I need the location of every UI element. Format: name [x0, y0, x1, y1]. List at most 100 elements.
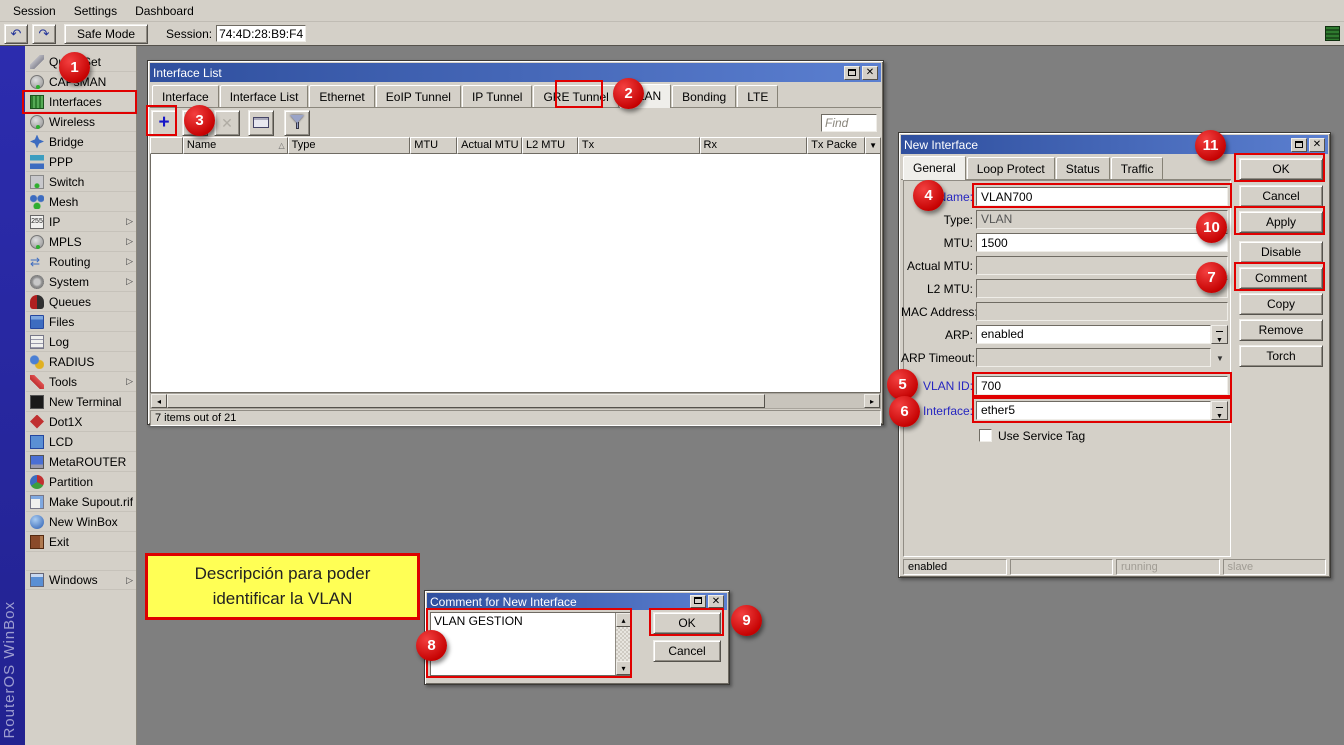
name-input[interactable] — [976, 187, 1228, 206]
column-mtu[interactable]: MTU — [410, 137, 457, 154]
sidebar-item-lcd[interactable]: LCD — [26, 432, 136, 452]
redo-button[interactable]: ↷ — [32, 24, 56, 44]
sidebar-item-dot1x[interactable]: Dot1X — [26, 412, 136, 432]
comment-textarea[interactable]: VLAN GESTION — [431, 613, 615, 675]
column-l2-mtu[interactable]: L2 MTU — [522, 137, 578, 154]
tab-bonding[interactable]: Bonding — [672, 85, 736, 107]
horizontal-scrollbar[interactable]: ◂ ▸ — [150, 393, 881, 409]
tab-interface-list[interactable]: Interface List — [220, 85, 309, 107]
sidebar-item-windows[interactable]: Windows▷ — [26, 570, 136, 590]
remove-button[interactable]: Remove — [1239, 319, 1323, 341]
column-actual-mtu[interactable]: Actual MTU — [457, 137, 522, 154]
arp-timeout-field — [976, 348, 1211, 367]
column-tx-packet[interactable]: Tx Packe — [807, 137, 865, 154]
maximize-button[interactable] — [1291, 138, 1307, 152]
safe-mode-button[interactable]: Safe Mode — [64, 24, 148, 44]
sidebar-item-queues[interactable]: Queues — [26, 292, 136, 312]
interface-dropdown-button[interactable]: ▼ — [1211, 401, 1228, 420]
sidebar-item-exit[interactable]: Exit — [26, 532, 136, 552]
maximize-button[interactable] — [690, 595, 706, 608]
column-tx[interactable]: Tx — [578, 137, 700, 154]
scroll-down-button[interactable]: ▾ — [616, 661, 631, 675]
arp-dropdown-button[interactable]: ▼ — [1211, 325, 1228, 344]
find-input[interactable] — [821, 114, 877, 132]
tab-general[interactable]: General — [903, 156, 966, 180]
tab-ip-tunnel[interactable]: IP Tunnel — [462, 85, 532, 107]
sidebar-item-routing[interactable]: Routing▷ — [26, 252, 136, 272]
comment-ok-button[interactable]: OK — [653, 612, 721, 634]
table-body[interactable] — [150, 154, 881, 393]
sidebar-item-log[interactable]: Log — [26, 332, 136, 352]
tab-lte[interactable]: LTE — [737, 85, 778, 107]
ok-button[interactable]: OK — [1239, 158, 1323, 180]
sidebar-item-mpls[interactable]: MPLS▷ — [26, 232, 136, 252]
sidebar-item-new-terminal[interactable]: New Terminal — [26, 392, 136, 412]
column-selector[interactable] — [150, 137, 183, 154]
sidebar-item-radius[interactable]: RADIUS — [26, 352, 136, 372]
sidebar-item-tools[interactable]: Tools▷ — [26, 372, 136, 392]
scrollbar-track[interactable] — [765, 394, 864, 408]
sidebar-item-interfaces[interactable]: Interfaces — [26, 92, 136, 112]
tab-gre-tunnel[interactable]: GRE Tunnel — [533, 85, 618, 107]
sidebar-item-switch[interactable]: Switch — [26, 172, 136, 192]
session-field[interactable] — [216, 25, 306, 42]
sidebar-item-make-supout[interactable]: Make Supout.rif — [26, 492, 136, 512]
menu-settings[interactable]: Settings — [65, 1, 126, 21]
sidebar-item-bridge[interactable]: Bridge — [26, 132, 136, 152]
undo-button[interactable]: ↶ — [4, 24, 28, 44]
window-title: Interface List — [153, 66, 842, 80]
comment-button[interactable]: Comment — [1239, 267, 1323, 289]
close-button[interactable]: ✕ — [1309, 138, 1325, 152]
menu-dashboard[interactable]: Dashboard — [126, 1, 203, 21]
sidebar-item-ppp[interactable]: PPP — [26, 152, 136, 172]
scroll-left-button[interactable]: ◂ — [151, 394, 167, 408]
close-button[interactable]: ✕ — [708, 595, 724, 608]
sidebar-item-system[interactable]: System▷ — [26, 272, 136, 292]
column-rx[interactable]: Rx — [700, 137, 808, 154]
menu-session[interactable]: Session — [4, 1, 65, 21]
copy-button[interactable]: Copy — [1239, 293, 1323, 315]
sidebar-item-files[interactable]: Files — [26, 312, 136, 332]
sidebar-item-partition[interactable]: Partition — [26, 472, 136, 492]
vlan-id-input[interactable] — [976, 376, 1228, 395]
tab-traffic[interactable]: Traffic — [1111, 157, 1164, 179]
scrollbar-thumb[interactable] — [167, 394, 765, 408]
filter-button[interactable] — [284, 110, 310, 136]
tab-loop-protect[interactable]: Loop Protect — [967, 157, 1055, 179]
interface-list-titlebar[interactable]: Interface List ✕ — [150, 63, 881, 82]
chevron-down-icon: ▼ — [1212, 332, 1227, 349]
arp-select[interactable]: enabled — [976, 325, 1211, 344]
cancel-button[interactable]: Cancel — [1239, 185, 1323, 207]
torch-button[interactable]: Torch — [1239, 345, 1323, 367]
tab-eoip-tunnel[interactable]: EoIP Tunnel — [376, 85, 461, 107]
column-menu-button[interactable]: ▼ — [865, 137, 881, 154]
sidebar-item-ip[interactable]: IP▷ — [26, 212, 136, 232]
comment-tool-button[interactable] — [248, 110, 274, 136]
sidebar-item-new-winbox[interactable]: New WinBox — [26, 512, 136, 532]
mtu-input[interactable] — [976, 233, 1228, 252]
tab-interface[interactable]: Interface — [152, 85, 219, 107]
close-button[interactable]: ✕ — [862, 66, 878, 80]
mac-address-field — [976, 302, 1228, 321]
interface-select[interactable]: ether5 — [976, 401, 1211, 420]
new-interface-titlebar[interactable]: New Interface ✕ — [901, 135, 1328, 154]
apply-button[interactable]: Apply — [1239, 211, 1323, 233]
add-button[interactable]: + — [151, 110, 177, 136]
sidebar-item-wireless[interactable]: Wireless — [26, 112, 136, 132]
scroll-up-button[interactable]: ▴ — [616, 613, 631, 627]
column-type[interactable]: Type — [288, 137, 411, 154]
vertical-scrollbar[interactable]: ▴ ▾ — [615, 613, 631, 675]
tab-status[interactable]: Status — [1056, 157, 1110, 179]
disable-button[interactable]: Disable — [1239, 241, 1323, 263]
comment-cancel-button[interactable]: Cancel — [653, 640, 721, 662]
column-name[interactable]: Name△ — [183, 137, 288, 154]
use-service-tag-checkbox[interactable] — [979, 429, 992, 442]
disable-button[interactable]: ✕ — [214, 110, 240, 136]
comment-dialog-titlebar[interactable]: Comment for New Interface ✕ — [427, 593, 727, 610]
tab-ethernet[interactable]: Ethernet — [309, 85, 374, 107]
sidebar-item-mesh[interactable]: Mesh — [26, 192, 136, 212]
scroll-right-button[interactable]: ▸ — [864, 394, 880, 408]
sidebar-item-metarouter[interactable]: MetaROUTER — [26, 452, 136, 472]
window-title: Comment for New Interface — [430, 595, 688, 609]
maximize-button[interactable] — [844, 66, 860, 80]
